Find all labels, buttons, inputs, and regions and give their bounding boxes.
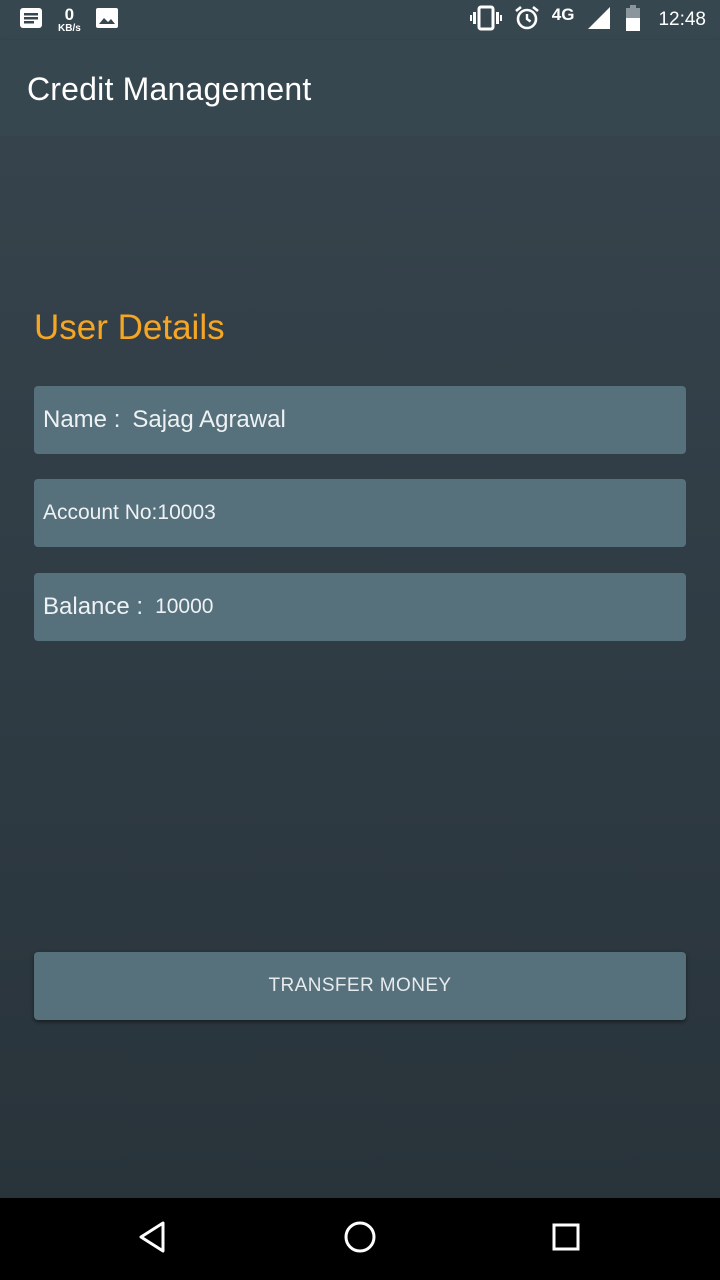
balance-value: 10000 [155, 595, 214, 618]
account-label: Account No: [43, 501, 158, 524]
back-icon [137, 1220, 169, 1259]
transfer-money-button[interactable]: TRANSFER MONEY [34, 952, 686, 1020]
status-left: 0 KB/s [18, 6, 119, 34]
account-field: Account No: 10003 [34, 479, 686, 547]
network-type: 4G [551, 5, 575, 24]
app-title: Credit Management [27, 71, 312, 107]
name-value: Sajag Agrawal [132, 406, 286, 433]
battery-icon [624, 4, 642, 37]
balance-field: Balance : 10000 [34, 573, 686, 641]
back-button[interactable] [131, 1217, 175, 1261]
recent-apps-icon [551, 1222, 581, 1257]
main-content: User Details Name : Sajag Agrawal Accoun… [0, 136, 720, 1198]
status-right: 4G 12:48 [469, 4, 706, 37]
clock: 12:48 [658, 9, 706, 30]
recent-apps-button[interactable] [544, 1217, 588, 1261]
name-field: Name : Sajag Agrawal [34, 386, 686, 454]
net-speed-value: 0 [64, 5, 75, 24]
account-value: 10003 [157, 501, 216, 524]
balance-label: Balance : [43, 593, 144, 620]
notification-icon [18, 5, 44, 36]
net-speed: 0 KB/s [58, 6, 81, 34]
alarm-icon [514, 5, 540, 36]
user-details-heading: User Details [34, 308, 225, 347]
home-button[interactable] [338, 1217, 382, 1261]
vibrate-icon [469, 5, 502, 36]
app-bar: Credit Management [0, 40, 720, 136]
net-speed-unit: KB/s [58, 23, 81, 34]
navigation-bar [0, 1198, 720, 1280]
home-icon [343, 1220, 377, 1259]
signal-icon [586, 5, 612, 36]
image-icon [95, 6, 119, 35]
status-bar: 0 KB/s 4G 12:48 [0, 0, 720, 40]
name-label: Name : [43, 406, 121, 433]
